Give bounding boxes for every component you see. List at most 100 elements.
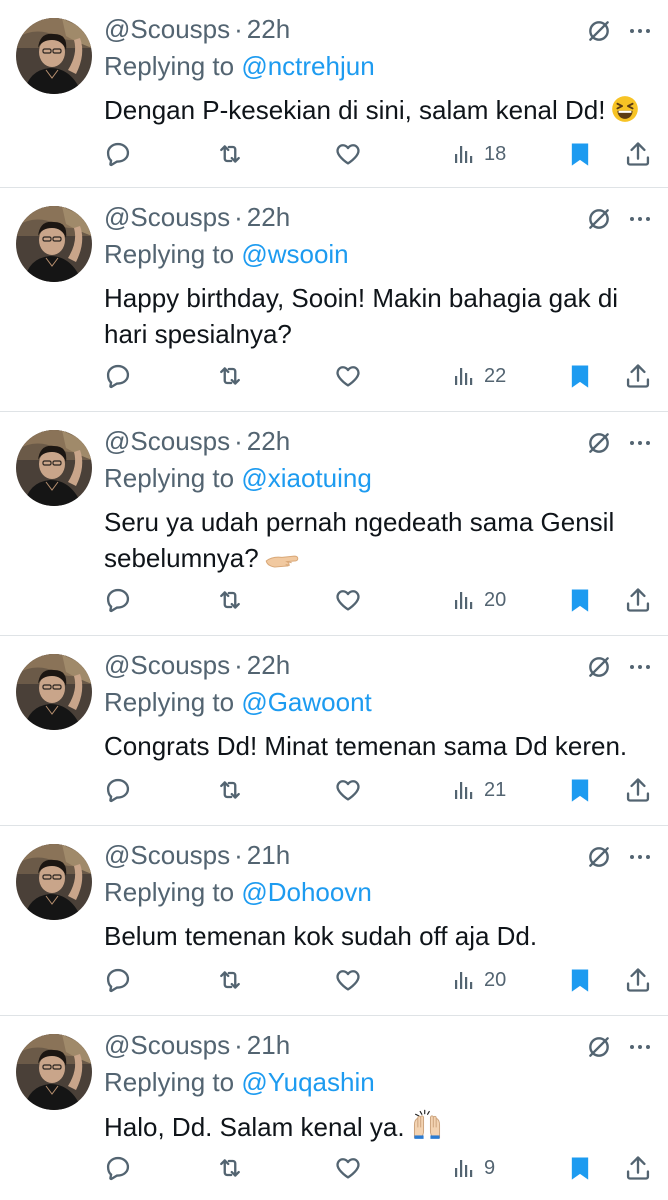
bookmark-button[interactable] — [566, 962, 594, 998]
replying-to-label: Replying to — [104, 1067, 235, 1097]
tweet[interactable]: @Scousps · 22h Replying to @Gawoont Cong… — [0, 636, 668, 826]
tweet[interactable]: @Scousps · 21h Replying to @Dohoovn Belu… — [0, 826, 668, 1016]
reply-mention-link[interactable]: @wsooin — [241, 239, 348, 269]
grinning-squinting-face-emoji-icon — [611, 95, 639, 132]
views-button[interactable]: 9 — [452, 1150, 495, 1186]
reply-button[interactable] — [104, 358, 132, 394]
like-button[interactable] — [334, 772, 362, 808]
reply-button[interactable] — [104, 962, 132, 998]
views-button[interactable]: 21 — [452, 772, 506, 808]
reply-button[interactable] — [104, 136, 132, 172]
tweet-header: @Scousps · 21h — [104, 838, 290, 872]
bookmark-button[interactable] — [566, 1150, 594, 1186]
share-button[interactable] — [624, 358, 652, 394]
tweet[interactable]: @Scousps · 21h Replying to @Yuqashin Hal… — [0, 1016, 668, 1196]
more-options-icon[interactable] — [628, 19, 652, 43]
avatar[interactable] — [16, 844, 92, 920]
user-handle[interactable]: @Scousps — [104, 650, 230, 681]
user-handle[interactable]: @Scousps — [104, 840, 230, 871]
views-icon — [452, 1156, 476, 1180]
share-button[interactable] — [624, 1150, 652, 1186]
bookmark-button[interactable] — [566, 772, 594, 808]
like-button[interactable] — [334, 962, 362, 998]
retweet-button[interactable] — [216, 962, 244, 998]
views-button[interactable]: 22 — [452, 358, 506, 394]
avatar[interactable] — [16, 206, 92, 282]
tweet-time[interactable]: 22h — [247, 650, 290, 681]
grok-icon[interactable] — [586, 1034, 612, 1060]
tweet-time[interactable]: 22h — [247, 426, 290, 457]
reply-icon — [104, 140, 132, 168]
like-button[interactable] — [334, 582, 362, 618]
tweet[interactable]: @Scousps · 22h Replying to @xiaotuing Se… — [0, 412, 668, 636]
bookmark-button[interactable] — [566, 358, 594, 394]
more-options-icon[interactable] — [628, 655, 652, 679]
views-button[interactable]: 18 — [452, 136, 506, 172]
grok-icon[interactable] — [586, 430, 612, 456]
action-bar: 20 — [104, 962, 652, 998]
share-button[interactable] — [624, 136, 652, 172]
retweet-icon — [216, 776, 244, 804]
tweet-header: @Scousps · 22h — [104, 200, 290, 234]
share-button[interactable] — [624, 772, 652, 808]
retweet-button[interactable] — [216, 136, 244, 172]
reply-button[interactable] — [104, 582, 132, 618]
avatar[interactable] — [16, 430, 92, 506]
tweet-text-content: Seru ya udah pernah ngedeath sama Gensil… — [104, 507, 615, 573]
more-options-icon[interactable] — [628, 431, 652, 455]
tweet[interactable]: @Scousps · 22h Replying to @nctrehjun De… — [0, 0, 668, 188]
tweet-header: @Scousps · 22h — [104, 424, 290, 458]
reply-button[interactable] — [104, 1150, 132, 1186]
grok-icon[interactable] — [586, 654, 612, 680]
reply-button[interactable] — [104, 772, 132, 808]
share-button[interactable] — [624, 962, 652, 998]
avatar[interactable] — [16, 1034, 92, 1110]
bookmark-icon — [566, 1154, 594, 1182]
like-button[interactable] — [334, 358, 362, 394]
replying-to-line: Replying to @Yuqashin — [104, 1067, 375, 1098]
share-icon — [624, 586, 652, 614]
bookmark-button[interactable] — [566, 136, 594, 172]
views-count: 20 — [484, 588, 507, 611]
views-icon — [452, 588, 476, 612]
views-button[interactable]: 20 — [452, 962, 506, 998]
share-button[interactable] — [624, 582, 652, 618]
grok-icon[interactable] — [586, 844, 612, 870]
avatar[interactable] — [16, 18, 92, 94]
reply-mention-link[interactable]: @Yuqashin — [241, 1067, 374, 1097]
tweet-time[interactable]: 21h — [247, 840, 290, 871]
reply-mention-link[interactable]: @Gawoont — [241, 687, 371, 717]
retweet-button[interactable] — [216, 358, 244, 394]
more-options-icon[interactable] — [628, 207, 652, 231]
reply-mention-link[interactable]: @nctrehjun — [241, 51, 374, 81]
user-handle[interactable]: @Scousps — [104, 1030, 230, 1061]
user-handle[interactable]: @Scousps — [104, 202, 230, 233]
grok-icon[interactable] — [586, 206, 612, 232]
retweet-button[interactable] — [216, 582, 244, 618]
retweet-icon — [216, 362, 244, 390]
reply-mention-link[interactable]: @xiaotuing — [241, 463, 371, 493]
retweet-button[interactable] — [216, 1150, 244, 1186]
replying-to-line: Replying to @Dohoovn — [104, 877, 372, 908]
like-button[interactable] — [334, 136, 362, 172]
share-icon — [624, 966, 652, 994]
tweet-time[interactable]: 21h — [247, 1030, 290, 1061]
replying-to-label: Replying to — [104, 51, 235, 81]
tweet-time[interactable]: 22h — [247, 14, 290, 45]
reply-mention-link[interactable]: @Dohoovn — [241, 877, 371, 907]
like-button[interactable] — [334, 1150, 362, 1186]
avatar[interactable] — [16, 654, 92, 730]
more-options-icon[interactable] — [628, 845, 652, 869]
views-button[interactable]: 20 — [452, 582, 506, 618]
raising-hands-emoji-icon — [411, 1108, 443, 1149]
share-icon — [624, 140, 652, 168]
tweet[interactable]: @Scousps · 22h Replying to @wsooin Happy… — [0, 188, 668, 412]
tweet-time[interactable]: 22h — [247, 202, 290, 233]
user-handle[interactable]: @Scousps — [104, 14, 230, 45]
more-options-icon[interactable] — [628, 1035, 652, 1059]
grok-icon[interactable] — [586, 18, 612, 44]
retweet-button[interactable] — [216, 772, 244, 808]
bookmark-button[interactable] — [566, 582, 594, 618]
user-handle[interactable]: @Scousps — [104, 426, 230, 457]
tweet-top-actions — [586, 654, 652, 680]
